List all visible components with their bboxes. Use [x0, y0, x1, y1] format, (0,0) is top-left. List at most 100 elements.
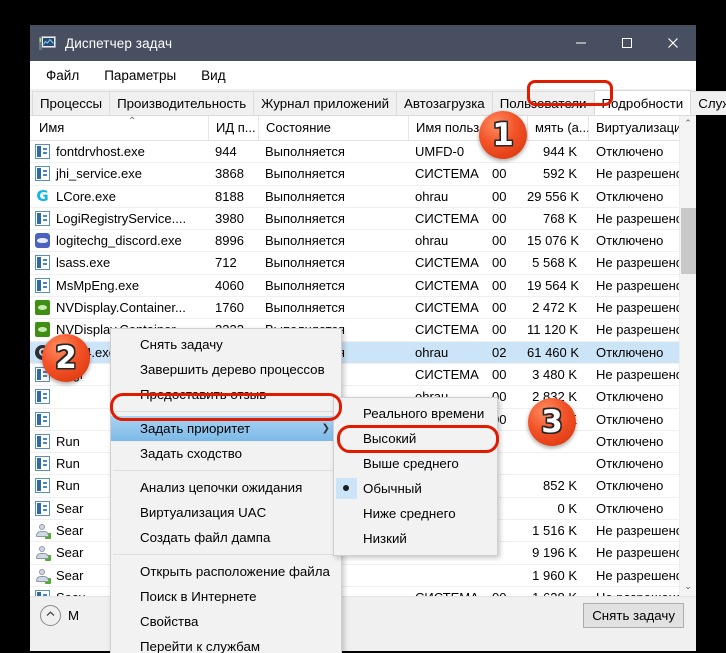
cell-memory: 19 564 K [527, 277, 580, 293]
cell-status: Выполняется [265, 144, 345, 159]
column-header-username[interactable]: Имя польз... [408, 116, 485, 140]
cell-memory: 0 K [557, 500, 577, 516]
context-menu-item[interactable]: Поиск в Интернете [111, 584, 341, 609]
end-task-button[interactable]: Снять задачу [583, 603, 684, 628]
context-menu-item[interactable]: Предоставить отзыв [111, 382, 341, 407]
submenu-item[interactable]: Выше среднего [334, 451, 497, 476]
cell-cpu: 00 [492, 233, 507, 249]
table-row[interactable]: MsMpEng.exe 4060 Выполняется СИСТЕМА 00 19 56… [30, 275, 696, 298]
context-menu-item[interactable]: Создать файл дампа [111, 525, 341, 550]
context-menu-item[interactable]: Задать сходство [111, 441, 341, 466]
submenu-item[interactable]: Высокий [334, 426, 497, 451]
cell-username: ohrau [415, 188, 449, 204]
scrollbar-thumb[interactable] [681, 208, 696, 274]
maximize-button[interactable] [604, 25, 650, 61]
submenu-item-label: Реального времени [363, 406, 485, 421]
menu-options[interactable]: Параметры [98, 66, 187, 85]
cell-cpu: 00 [492, 366, 507, 382]
cell-cpu [485, 565, 525, 586]
cell-cpu: 00 [492, 300, 507, 316]
scroll-up-icon[interactable]: ⌃ [680, 116, 696, 133]
cell-memory: 5 568 K [532, 255, 577, 271]
submenu-item[interactable]: Реального времени [334, 401, 497, 426]
context-menu-item[interactable]: Перейти к службам [111, 634, 341, 653]
tab-processes[interactable]: Процессы [32, 91, 111, 115]
cell-pid: 3868 [215, 166, 244, 182]
cell-memory: 9 196 K [532, 545, 577, 561]
cell-cpu: 00 [492, 322, 507, 338]
cell-username: СИСТЕМА [408, 587, 482, 596]
context-menu-item[interactable]: Открыть расположение файла [111, 559, 341, 584]
context-menu-item[interactable]: Снять задачу [111, 332, 341, 357]
table-row[interactable]: G LCore.exe 8188 Выполняется ohrau 00 29 556 K… [30, 186, 696, 208]
fewer-details-toggle[interactable]: М [40, 605, 79, 626]
chevron-up-circle-icon [40, 605, 61, 626]
cell-status: Выполняется [265, 233, 345, 249]
table-row[interactable]: lsass.exe 712 Выполняется СИСТЕМА 00 5 568 KН… [30, 252, 696, 275]
cell-memory: 592 K [543, 166, 577, 182]
context-menu-item-label: Задать сходство [140, 446, 243, 461]
column-header-memory[interactable]: мять (а... [527, 116, 588, 140]
tab-services[interactable]: Службы [690, 91, 726, 115]
context-menu-item[interactable]: Свойства [111, 609, 341, 634]
menu-separator [113, 554, 339, 555]
menu-file[interactable]: Файл [40, 66, 90, 85]
cell-cpu: 02 [492, 344, 507, 360]
cell-username: СИСТЕМА [415, 255, 479, 271]
context-menu-item[interactable]: Анализ цепочки ожидания [111, 475, 341, 500]
menu-view[interactable]: Вид [195, 66, 236, 85]
cell-memory: 852 K [543, 478, 577, 494]
cell-username [408, 565, 482, 586]
close-button[interactable] [650, 25, 696, 61]
cell-memory [527, 453, 585, 474]
menu-separator [113, 411, 339, 412]
tab-performance[interactable]: Производительность [109, 91, 255, 115]
submenu-item[interactable]: Обычный [334, 476, 497, 501]
tab-strip: Процессы Производительность Журнал прило… [30, 89, 726, 116]
table-row[interactable]: jhi_service.exe 3868 Выполняется СИСТЕМА 00 5… [30, 163, 696, 186]
cell-memory: 944 K [543, 144, 577, 159]
cell-memory: 15 076 K [527, 233, 580, 249]
cell-pid: 712 [215, 255, 237, 271]
submenu-item[interactable]: Ниже среднего [334, 501, 497, 526]
tab-details[interactable]: Подробности [593, 90, 692, 115]
context-menu-item-label: Поиск в Интернете [140, 589, 257, 604]
context-menu-item-label: Создать файл дампа [140, 530, 271, 545]
context-menu-item-label: Задать приоритет [140, 421, 251, 436]
cell-name: logitechg_discord.exe [56, 233, 182, 249]
cell-username: ohrau [415, 233, 449, 249]
context-menu-item[interactable]: Завершить дерево процессов [111, 357, 341, 382]
table-row[interactable]: LogiRegistryService.... 3980 Выполняется СИ… [30, 208, 696, 231]
cell-status: Выполняется [265, 300, 345, 316]
annotation-badge-2: 2 [42, 334, 90, 382]
cell-status: Выполняется [265, 210, 345, 226]
table-row[interactable]: logitechg_discord.exe 8996 Выполняется ohra… [30, 230, 696, 253]
minimize-button[interactable] [558, 25, 604, 61]
chevron-right-icon: ❯ [321, 423, 330, 434]
tab-app-history[interactable]: Журнал приложений [253, 91, 398, 115]
column-header-status[interactable]: Состояние [258, 116, 408, 140]
vertical-scrollbar[interactable]: ⌃ ⌄ [679, 116, 696, 596]
cell-status: Выполняется [265, 255, 345, 271]
cell-status: Выполняется [265, 166, 345, 182]
context-menu-item[interactable]: Задать приоритет ❯ [111, 416, 341, 441]
cell-memory: 768 K [543, 210, 577, 226]
title-bar[interactable]: Диспетчер задач [30, 25, 696, 61]
annotation-badge-3: 3 [528, 398, 576, 446]
column-header-pid[interactable]: ИД п... [208, 116, 258, 140]
cell-cpu: 00 [492, 166, 507, 182]
cell-pid: 4060 [215, 277, 244, 293]
cell-memory: 1 516 K [532, 523, 577, 539]
cell-username: UMFD-0 [415, 144, 465, 159]
table-header-row: Имя ⌃ ИД п... Состояние Имя польз... ЦП … [30, 116, 696, 141]
scroll-down-icon[interactable]: ⌄ [680, 579, 696, 596]
table-row[interactable]: NVDisplay.Container... 1760 Выполняется СИС… [30, 297, 696, 320]
cell-memory: 1 960 K [532, 567, 577, 583]
cell-pid: 1760 [215, 300, 244, 316]
context-menu-item-label: Снять задачу [140, 337, 223, 352]
table-row[interactable]: fontdrvhost.exe944ВыполняетсяUMFD-000944… [30, 141, 696, 164]
submenu-item[interactable]: Низкий [334, 526, 497, 551]
context-menu-item[interactable]: Виртуализация UAC [111, 500, 341, 525]
cell-username: СИСТЕМА [415, 366, 479, 382]
column-header-name[interactable]: Имя ⌃ [30, 116, 208, 140]
